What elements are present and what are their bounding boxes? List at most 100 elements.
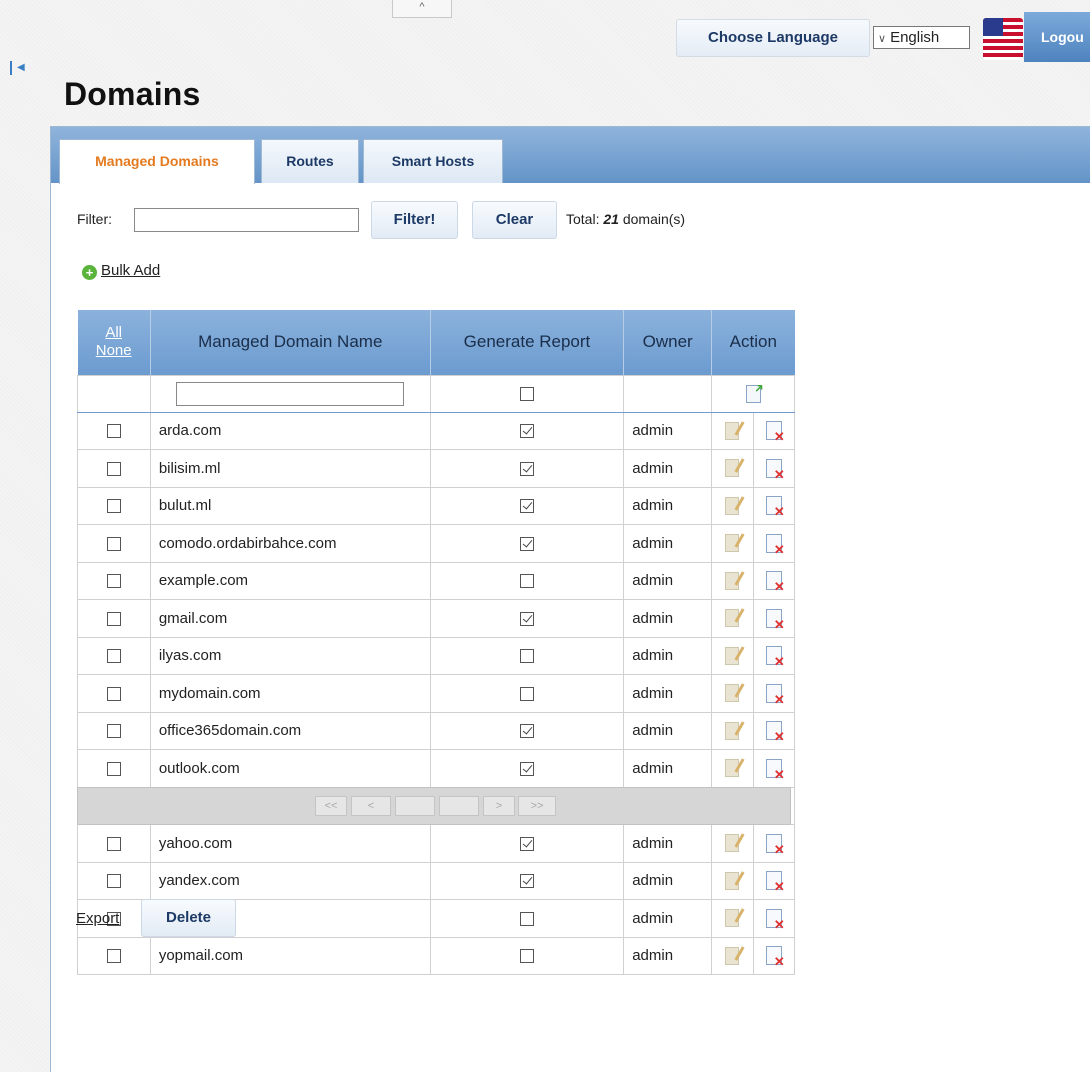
row-select-checkbox[interactable]: [106, 686, 121, 701]
filter-input[interactable]: [134, 208, 359, 232]
row-select-cell: [77, 449, 151, 488]
edit-icon[interactable]: [725, 834, 740, 853]
edit-cell: [711, 561, 754, 600]
prev-page-button[interactable]: <: [351, 796, 391, 816]
owner-cell: admin: [623, 524, 713, 563]
first-page-button[interactable]: <<: [315, 796, 347, 816]
delete-button[interactable]: Delete: [141, 899, 236, 937]
new-report-checkbox[interactable]: [519, 387, 534, 402]
delete-icon[interactable]: [765, 458, 785, 481]
generate-report-checkbox[interactable]: [519, 574, 534, 589]
edit-icon[interactable]: [725, 496, 740, 515]
collapse-header-toggle[interactable]: ^: [392, 0, 452, 18]
select-all-link[interactable]: All: [78, 324, 150, 342]
language-select[interactable]: ∨ English: [873, 26, 970, 49]
delete-icon[interactable]: [765, 946, 785, 968]
delete-icon[interactable]: [765, 571, 785, 593]
table-row: yopmail.com admin: [77, 936, 796, 975]
delete-icon[interactable]: [765, 496, 785, 518]
owner-cell: admin: [623, 636, 713, 675]
delete-icon[interactable]: [765, 533, 785, 556]
generate-report-checkbox[interactable]: [519, 499, 534, 514]
row-select-checkbox[interactable]: [106, 536, 121, 551]
edit-icon[interactable]: [725, 909, 740, 928]
tab-smart-hosts[interactable]: Smart Hosts: [363, 139, 503, 183]
clear-button[interactable]: Clear: [472, 201, 557, 239]
generate-report-checkbox[interactable]: [519, 761, 534, 776]
export-link[interactable]: Export: [76, 910, 119, 927]
table-row: office365domain.com admin: [77, 711, 796, 750]
tab-managed-domains[interactable]: Managed Domains: [59, 139, 255, 184]
edit-icon[interactable]: [725, 609, 740, 628]
filter-button[interactable]: Filter!: [371, 201, 458, 239]
delete-icon[interactable]: [765, 908, 785, 931]
generate-report-checkbox[interactable]: [519, 724, 534, 739]
row-select-checkbox[interactable]: [106, 836, 121, 851]
delete-icon[interactable]: [765, 683, 785, 706]
delete-icon[interactable]: [765, 833, 785, 856]
row-select-checkbox[interactable]: [106, 611, 121, 626]
delete-cell: [752, 749, 796, 788]
generate-report-cell: [429, 749, 625, 788]
generate-report-checkbox[interactable]: [519, 836, 534, 851]
last-page-button[interactable]: >>: [518, 796, 556, 816]
edit-icon[interactable]: [725, 721, 740, 740]
generate-report-checkbox[interactable]: [519, 949, 534, 964]
row-select-checkbox[interactable]: [106, 761, 121, 776]
row-select-checkbox[interactable]: [106, 424, 121, 439]
row-select-cell: [77, 411, 151, 450]
owner-header[interactable]: Owner: [623, 310, 713, 375]
delete-icon[interactable]: [765, 608, 785, 631]
new-domain-input[interactable]: [176, 381, 405, 406]
edit-icon[interactable]: [725, 871, 740, 890]
generate-report-checkbox[interactable]: [519, 611, 534, 626]
generate-report-checkbox[interactable]: [519, 874, 534, 889]
domain-name-cell: example.com: [149, 561, 431, 600]
edit-icon[interactable]: [725, 946, 740, 965]
edit-icon[interactable]: [725, 571, 740, 590]
generate-report-header[interactable]: Generate Report: [430, 310, 625, 375]
new-domain-cell: [149, 374, 431, 413]
edit-icon[interactable]: [725, 459, 740, 478]
next-page-button[interactable]: >: [483, 796, 515, 816]
select-none-link[interactable]: None: [78, 342, 150, 360]
edit-icon[interactable]: [725, 534, 740, 553]
edit-icon[interactable]: [725, 421, 740, 440]
row-select-checkbox[interactable]: [106, 874, 121, 889]
row-select-checkbox[interactable]: [106, 649, 121, 664]
generate-report-checkbox[interactable]: [519, 686, 534, 701]
edit-icon[interactable]: [725, 684, 740, 703]
us-flag-icon: [983, 18, 1023, 60]
page-count-box[interactable]: [439, 796, 479, 816]
generate-report-checkbox[interactable]: [519, 911, 534, 926]
edit-icon[interactable]: [725, 759, 740, 778]
row-select-checkbox[interactable]: [106, 499, 121, 514]
row-select-checkbox[interactable]: [106, 949, 121, 964]
action-header: Action: [711, 310, 795, 375]
generate-report-checkbox[interactable]: [519, 649, 534, 664]
delete-icon[interactable]: [765, 758, 785, 781]
sidebar-collapse-icon[interactable]: ◀: [10, 60, 40, 76]
delete-cell: [752, 411, 796, 450]
delete-icon[interactable]: [765, 721, 785, 743]
table-row: outlook.com admin: [77, 749, 796, 788]
logout-button[interactable]: Logou: [1024, 12, 1090, 62]
bulk-add-link[interactable]: + Bulk Add: [82, 262, 160, 280]
row-select-checkbox[interactable]: [106, 724, 121, 739]
domain-name-header[interactable]: Managed Domain Name: [150, 310, 431, 375]
delete-cell: [752, 561, 796, 600]
delete-icon[interactable]: [765, 646, 785, 668]
generate-report-checkbox[interactable]: [519, 461, 534, 476]
row-select-checkbox[interactable]: [106, 461, 121, 476]
generate-report-checkbox[interactable]: [519, 424, 534, 439]
generate-report-checkbox[interactable]: [519, 536, 534, 551]
row-select-checkbox[interactable]: [106, 574, 121, 589]
add-domain-icon[interactable]: [745, 384, 761, 403]
delete-icon[interactable]: [765, 421, 785, 443]
choose-language-button[interactable]: Choose Language: [676, 19, 870, 57]
edit-icon[interactable]: [725, 646, 740, 665]
delete-icon[interactable]: [765, 871, 785, 893]
page-number-box[interactable]: [395, 796, 435, 816]
domain-name-cell: ilyas.com: [149, 636, 431, 675]
tab-routes[interactable]: Routes: [261, 139, 359, 183]
